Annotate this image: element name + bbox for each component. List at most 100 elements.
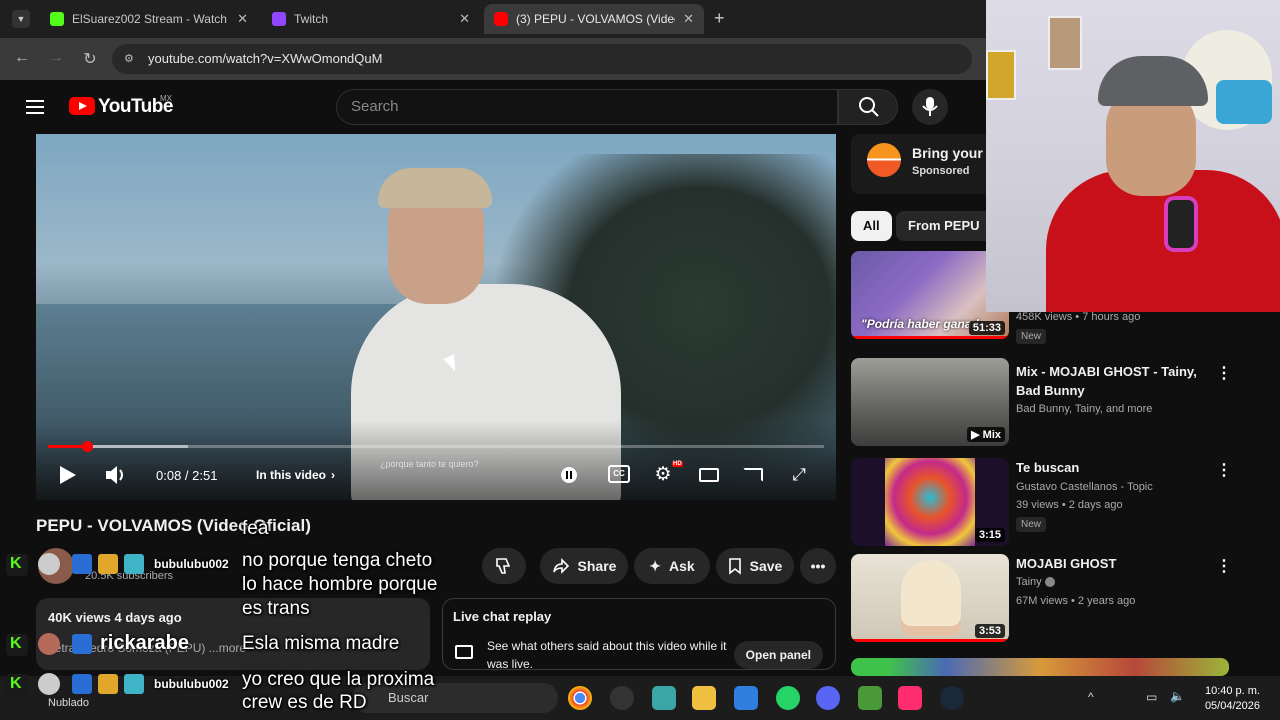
tab-twitch[interactable]: Twitch ✕ <box>262 4 480 34</box>
chapter-button[interactable]: In this video › <box>256 460 335 490</box>
tab-list-dropdown-icon[interactable]: ▼ <box>12 10 30 28</box>
back-icon[interactable]: ← <box>12 49 32 67</box>
youtube-header: YouTube MX Search <box>0 80 986 134</box>
hd-badge: HD <box>672 461 683 467</box>
play-icon <box>60 466 76 484</box>
time-display: 0:08 / 2:51 <box>156 467 218 483</box>
verified-icon <box>1044 577 1055 588</box>
tab-kick-stream[interactable]: ElSuarez002 Stream - Watch Li ✕ <box>40 4 258 34</box>
video-frame-hair <box>378 168 492 208</box>
search-input[interactable]: Search <box>336 89 838 125</box>
settings-gear-icon[interactable]: ⚙ <box>652 465 674 485</box>
advertiser-logo <box>867 143 901 177</box>
rec-thumbnail[interactable] <box>851 658 1229 676</box>
video-player[interactable]: 0:08 / 2:51 In this video › ¿porque tant… <box>36 134 836 500</box>
steam-icon[interactable] <box>940 686 964 710</box>
rec-title[interactable]: Mix - MOJABI GHOST - Tainy, Bad Bunny <box>1016 362 1206 400</box>
webcam-microphone <box>1164 196 1198 252</box>
rec-meta: 67M views • 2 years ago <box>1016 595 1136 607</box>
whatsapp-icon[interactable] <box>776 686 800 710</box>
rec-thumbnail[interactable]: 3:53 <box>851 554 1009 642</box>
crown-badge-icon <box>98 554 118 574</box>
mix-label: Mix <box>982 429 1001 441</box>
chip-all[interactable]: All <box>851 211 892 241</box>
ad-title[interactable]: Bring your i <box>912 145 991 161</box>
app-icon[interactable] <box>652 686 676 710</box>
save-label: Save <box>749 558 783 574</box>
site-info-icon[interactable]: ⚙ <box>124 44 134 74</box>
chat-message: no porque tenga cheto <box>242 550 433 571</box>
tab-youtube-active[interactable]: (3) PEPU - VOLVAMOS (Video O ✕ <box>484 4 704 34</box>
kick-badge-icon <box>6 634 28 656</box>
live-chat-replay-card: Live chat replay See what others said ab… <box>442 598 836 671</box>
rec-title[interactable]: MOJABI GHOST <box>1016 554 1206 573</box>
fullscreen-icon[interactable]: ⤢ <box>788 465 810 485</box>
more-vert-icon[interactable]: ⋮ <box>1216 556 1232 576</box>
tiktok-icon[interactable] <box>898 686 922 710</box>
subtitles-cc-icon[interactable]: CC <box>608 465 630 483</box>
country-code: MX <box>160 94 172 103</box>
speaker-icon[interactable]: 🔈 <box>1170 689 1185 703</box>
rec-thumbnail[interactable]: 3:15 <box>851 458 1009 546</box>
more-vert-icon[interactable]: ⋮ <box>1216 460 1232 480</box>
chat-message: yo creo que la proxima <box>242 669 435 690</box>
obs-icon[interactable] <box>610 686 634 710</box>
clock-time: 10:40 p. m. <box>1204 685 1260 697</box>
theater-mode-icon[interactable] <box>698 465 720 485</box>
close-tab-icon[interactable]: ✕ <box>237 11 248 27</box>
playlist-icon: ▶ <box>971 429 983 441</box>
taskbar-search-label: Buscar <box>388 690 429 705</box>
menu-icon[interactable] <box>26 100 44 114</box>
chrome-icon[interactable] <box>568 686 592 710</box>
microphone-icon <box>922 97 938 116</box>
rec-meta: 39 views • 2 days ago <box>1016 499 1123 511</box>
twitch-favicon-icon <box>272 12 286 26</box>
close-tab-icon[interactable]: ✕ <box>683 11 694 27</box>
more-vert-icon[interactable]: ⋮ <box>1216 363 1232 383</box>
rec-title[interactable]: Te buscan <box>1016 458 1206 477</box>
open-panel-button[interactable]: Open panel <box>733 641 823 669</box>
file-explorer-icon[interactable] <box>692 686 716 710</box>
store-icon[interactable] <box>734 686 758 710</box>
discord-icon[interactable] <box>816 686 840 710</box>
reload-icon[interactable]: ↻ <box>80 49 100 69</box>
ask-button[interactable]: ✦ Ask <box>634 548 710 584</box>
share-button[interactable]: Share <box>540 548 628 584</box>
volume-button[interactable] <box>104 460 128 490</box>
chip-from-pepu[interactable]: From PEPU <box>896 211 992 241</box>
tray-chevron-icon[interactable]: ^ <box>1088 690 1094 704</box>
sparkle-icon: ✦ <box>649 557 662 574</box>
views-date: 40K views 4 days ago <box>48 610 182 625</box>
more-actions-button[interactable]: ••• <box>800 548 836 584</box>
cast-icon[interactable] <box>742 465 764 485</box>
chat-message: Esla misma madre <box>242 633 400 654</box>
save-button[interactable]: Save <box>716 548 794 584</box>
weather-status[interactable]: Nublado <box>48 697 89 709</box>
kick-favicon-icon <box>50 12 64 26</box>
forward-icon[interactable]: → <box>46 49 66 67</box>
minecraft-icon[interactable] <box>858 686 882 710</box>
address-bar-row: ← → ↻ ⚙ youtube.com/watch?v=XWwOmondQuM <box>0 38 986 80</box>
close-tab-icon[interactable]: ✕ <box>459 11 470 27</box>
network-icon[interactable]: ▭ <box>1146 690 1157 704</box>
url-input[interactable]: ⚙ youtube.com/watch?v=XWwOmondQuM <box>112 44 972 74</box>
url-text: youtube.com/watch?v=XWwOmondQuM <box>148 51 383 66</box>
rec-thumbnail[interactable]: ▶ Mix <box>851 358 1009 446</box>
gift-badge-icon <box>124 554 144 574</box>
tab-title: (3) PEPU - VOLVAMOS (Video O <box>516 12 675 26</box>
voice-search-button[interactable] <box>912 89 948 125</box>
scrubber-handle[interactable] <box>81 441 93 452</box>
seek-bar[interactable] <box>48 441 824 452</box>
dislike-button[interactable] <box>482 548 526 584</box>
webcam-poster <box>986 50 1016 100</box>
taskbar-clock[interactable]: 10:40 p. m. 05/04/2026 <box>1194 684 1260 714</box>
new-tab-icon[interactable]: + <box>714 8 725 29</box>
play-button[interactable] <box>60 460 76 490</box>
youtube-logo-icon[interactable] <box>69 97 95 115</box>
thumbnail-caption: "Podría haber ganad <box>861 317 979 331</box>
search-button[interactable] <box>838 89 898 125</box>
share-label: Share <box>577 558 617 574</box>
youtube-favicon-icon <box>494 12 508 26</box>
kick-badge-icon <box>6 554 28 576</box>
autoplay-toggle-icon[interactable] <box>558 465 580 485</box>
